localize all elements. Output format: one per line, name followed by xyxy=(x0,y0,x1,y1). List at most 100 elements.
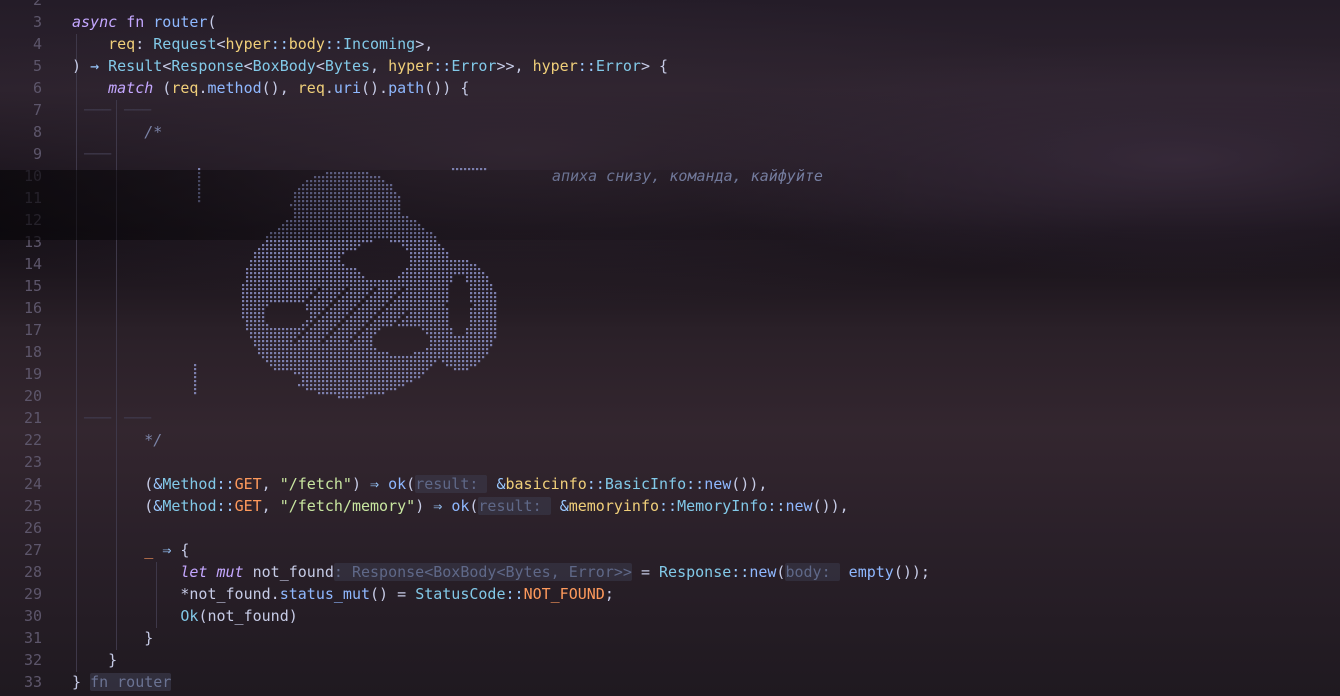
art-dot xyxy=(302,224,305,227)
art-dot xyxy=(302,296,305,299)
art-dot xyxy=(258,340,261,343)
line-code[interactable]: *not_found.status_mut() = StatusCode::NO… xyxy=(72,583,614,605)
line-code[interactable]: _ ⇒ { xyxy=(72,539,189,561)
code-token: ; xyxy=(604,585,614,603)
art-dot xyxy=(398,384,401,387)
code-line[interactable]: 31 } xyxy=(0,627,1340,649)
art-dot xyxy=(194,376,197,379)
code-editor[interactable]: ─── ─── ─── ─── ─── 2 3 async fn router(4 req:… xyxy=(0,0,1340,696)
code-line[interactable]: 30 Ok(not_found) xyxy=(0,605,1340,627)
art-dot xyxy=(286,236,289,239)
line-code[interactable]: /* xyxy=(72,121,162,143)
art-dot xyxy=(362,388,365,391)
art-dot xyxy=(330,260,333,263)
code-line[interactable]: 29 *not_found.status_mut() = StatusCode:… xyxy=(0,583,1340,605)
art-dot xyxy=(314,372,317,375)
art-dot xyxy=(394,284,397,287)
code-line[interactable]: 28 let mut not_found: Response<BoxBody<B… xyxy=(0,561,1340,583)
art-dot xyxy=(402,312,405,315)
art-dot xyxy=(446,316,449,319)
art-dot xyxy=(378,280,381,283)
art-dot xyxy=(434,268,437,271)
code-line[interactable]: 32 } xyxy=(0,649,1340,671)
art-dot xyxy=(418,312,421,315)
art-dot xyxy=(302,236,305,239)
art-dot xyxy=(486,280,489,283)
art-dot xyxy=(330,348,333,351)
line-code[interactable]: */ xyxy=(72,429,162,451)
art-dot xyxy=(438,352,441,355)
art-dot xyxy=(402,292,405,295)
art-dot xyxy=(302,200,305,203)
line-code[interactable]: (&Method::GET, "/fetch/memory") ⇒ ok(res… xyxy=(72,495,849,517)
line-number: 13 xyxy=(23,233,42,251)
art-dot xyxy=(450,280,453,283)
art-dot xyxy=(282,224,285,227)
art-dot xyxy=(338,328,341,331)
line-code[interactable]: req: Request<hyper::body::Incoming>, xyxy=(72,33,433,55)
code-line[interactable]: 25 (&Method::GET, "/fetch/memory") ⇒ ok(… xyxy=(0,495,1340,517)
code-line[interactable]: 2 xyxy=(0,0,1340,11)
art-dot xyxy=(406,220,409,223)
art-dot xyxy=(410,368,413,371)
code-line[interactable]: 6 match (req.method(), req.uri().path())… xyxy=(0,77,1340,99)
art-dot xyxy=(278,228,281,231)
art-dot xyxy=(358,308,361,311)
art-dot xyxy=(306,224,309,227)
art-dot xyxy=(466,352,469,355)
code-line[interactable]: 33} fn router xyxy=(0,671,1340,693)
code-line[interactable]: 22 */ xyxy=(0,429,1340,451)
art-dot xyxy=(422,304,425,307)
art-dot xyxy=(290,352,293,355)
code-token: Method xyxy=(162,497,217,515)
art-dot xyxy=(346,392,349,395)
code-token: < xyxy=(315,57,325,75)
code-line[interactable]: 27 _ ⇒ { xyxy=(0,539,1340,561)
code-line[interactable]: 3 async fn router( xyxy=(0,11,1340,33)
art-dot xyxy=(430,292,433,295)
code-token: () = xyxy=(370,585,416,603)
line-code[interactable]: Ok(not_found) xyxy=(72,605,297,627)
art-dot xyxy=(434,356,437,359)
art-dot xyxy=(374,388,377,391)
art-dot xyxy=(326,348,329,351)
art-dot xyxy=(342,352,345,355)
art-dot xyxy=(478,288,481,291)
code-line[interactable]: 8 /* xyxy=(0,121,1340,143)
code-line[interactable]: 9 xyxy=(0,143,1340,165)
art-dot xyxy=(410,276,413,279)
code-line[interactable]: 23 xyxy=(0,451,1340,473)
line-code[interactable]: ) → Result<Response<BoxBody<Bytes, hyper… xyxy=(72,55,668,77)
art-dot xyxy=(462,364,465,367)
line-code[interactable]: match (req.method(), req.uri().path()) { xyxy=(72,77,469,99)
line-code[interactable]: } xyxy=(72,627,153,649)
code-line[interactable]: 4 req: Request<hyper::body::Incoming>, xyxy=(0,33,1340,55)
art-dot xyxy=(314,316,317,319)
line-code[interactable]: (&Method::GET, "/fetch") ⇒ ok(result: &b… xyxy=(72,473,767,495)
line-code[interactable]: } fn router xyxy=(72,671,172,693)
code-line[interactable]: 5) → Result<Response<BoxBody<Bytes, hype… xyxy=(0,55,1340,77)
art-dot xyxy=(450,272,453,275)
art-dot xyxy=(326,240,329,243)
code-line[interactable]: 26 xyxy=(0,517,1340,539)
art-dot xyxy=(278,352,281,355)
code-line[interactable]: 24 (&Method::GET, "/fetch") ⇒ ok(result:… xyxy=(0,473,1340,495)
line-code[interactable]: let mut not_found: Response<BoxBody<Byte… xyxy=(72,561,930,583)
art-dot xyxy=(390,216,393,219)
art-dot xyxy=(318,372,321,375)
line-code[interactable]: } xyxy=(72,649,117,671)
art-dot xyxy=(374,304,377,307)
art-dot xyxy=(442,352,445,355)
art-dot xyxy=(326,288,329,291)
art-dot xyxy=(254,288,257,291)
art-dot xyxy=(326,320,329,323)
art-dot xyxy=(394,200,397,203)
art-dot xyxy=(322,304,325,307)
art-dot xyxy=(298,352,301,355)
code-line[interactable]: 7 xyxy=(0,99,1340,121)
line-code[interactable]: async fn router( xyxy=(72,11,217,33)
art-dot xyxy=(426,360,429,363)
art-dot xyxy=(470,364,473,367)
art-dot xyxy=(266,252,269,255)
art-dot xyxy=(338,300,341,303)
